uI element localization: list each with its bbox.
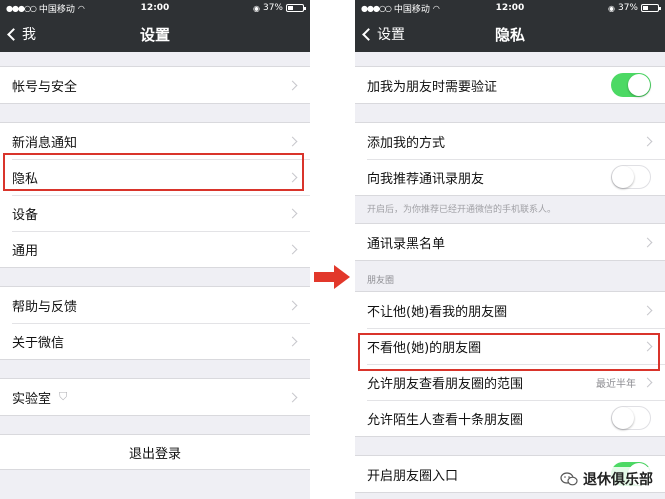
battery-icon	[641, 4, 661, 12]
settings-item-label: 新消息通知	[12, 135, 78, 151]
privacy-item-label: 不让他(她)看我的朋友圈	[367, 304, 508, 320]
carrier-label: 中国移动	[393, 4, 430, 15]
settings-group-general: 新消息通知 隐私 设备 通用	[0, 122, 310, 268]
signal-icon: ●●●○○	[361, 3, 392, 13]
privacy-item-label: 通讯录黑名单	[367, 236, 446, 252]
privacy-list: 加我为朋友时需要验证 添加我的方式 向我推荐通讯录朋友 开启后，为你推荐已经开通…	[355, 52, 665, 493]
settings-item-label: 通用	[12, 243, 39, 259]
privacy-item-stranger-moments: 允许陌生人查看十条朋友圈	[355, 400, 665, 436]
back-button[interactable]: 我	[6, 16, 36, 52]
settings-item-about[interactable]: 关于微信	[0, 323, 310, 359]
chevron-right-icon	[287, 208, 298, 218]
privacy-item-label: 加我为朋友时需要验证	[367, 79, 498, 95]
toggle-knob	[612, 407, 634, 429]
settings-list: 帐号与安全 新消息通知 隐私 设备 通用 帮助与反馈 关于微信 实验室 ⛉ 退出…	[0, 52, 310, 470]
privacy-screen: ●●●○○ 中国移动 ◠ 12:00 ◉ 37% 设置 隐私 加我为朋友时需要验…	[355, 0, 665, 499]
status-bar: ●●●○○ 中国移动 ◠ 12:00 ◉ 37%	[0, 0, 310, 16]
privacy-group-add: 添加我的方式 向我推荐通讯录朋友	[355, 122, 665, 196]
settings-group-lab: 实验室 ⛉	[0, 378, 310, 416]
battery-percent: 37%	[262, 3, 283, 13]
signal-icon: ●●●○○	[6, 3, 37, 13]
settings-item-label: 关于微信	[12, 335, 65, 351]
privacy-item-hide-their-moments[interactable]: 不看他(她)的朋友圈	[355, 328, 665, 364]
privacy-item-label: 允许陌生人查看十条朋友圈	[367, 412, 524, 428]
privacy-item-friend-verification: 加我为朋友时需要验证	[355, 67, 665, 103]
wechat-logo-icon	[560, 472, 578, 486]
recommend-footnote: 开启后，为你推荐已经开通微信的手机联系人。	[367, 205, 557, 215]
back-label: 设置	[377, 27, 405, 43]
nav-bar: 我 设置	[0, 16, 310, 52]
chevron-right-icon	[287, 136, 298, 146]
friend-verification-toggle[interactable]	[611, 73, 651, 97]
back-label: 我	[22, 27, 36, 43]
chevron-right-icon	[287, 336, 298, 346]
nav-bar: 设置 隐私	[355, 16, 665, 52]
settings-item-privacy[interactable]: 隐私	[0, 159, 310, 195]
privacy-group-verify: 加我为朋友时需要验证	[355, 66, 665, 104]
privacy-item-add-methods[interactable]: 添加我的方式	[355, 123, 665, 159]
settings-item-account-security[interactable]: 帐号与安全	[0, 67, 310, 103]
carrier-label: 中国移动	[38, 4, 75, 15]
settings-group-account: 帐号与安全	[0, 66, 310, 104]
privacy-item-moments-range[interactable]: 允许朋友查看朋友圈的范围 最近半年	[355, 364, 665, 400]
privacy-item-blacklist[interactable]: 通讯录黑名单	[355, 224, 665, 260]
settings-item-label: 实验室	[12, 391, 52, 407]
arrow-right-icon	[314, 265, 350, 289]
privacy-item-label: 添加我的方式	[367, 135, 446, 151]
wifi-icon: ◠	[432, 3, 440, 13]
back-button[interactable]: 设置	[361, 16, 405, 52]
shield-icon: ⛉	[59, 390, 68, 403]
settings-item-general[interactable]: 通用	[0, 231, 310, 267]
settings-item-lab[interactable]: 实验室 ⛉	[0, 379, 310, 415]
privacy-group-moments: 不让他(她)看我的朋友圈 不看他(她)的朋友圈 允许朋友查看朋友圈的范围 最近半…	[355, 291, 665, 437]
settings-item-devices[interactable]: 设备	[0, 195, 310, 231]
privacy-item-hide-my-moments[interactable]: 不让他(她)看我的朋友圈	[355, 292, 665, 328]
chevron-right-icon	[642, 237, 653, 247]
settings-group-help: 帮助与反馈 关于微信	[0, 286, 310, 360]
chevron-right-icon	[642, 341, 653, 351]
page-title: 设置	[139, 25, 170, 44]
logout-button[interactable]: 退出登录	[0, 434, 310, 470]
battery-percent: 37%	[617, 3, 638, 13]
settings-item-help-feedback[interactable]: 帮助与反馈	[0, 287, 310, 323]
settings-item-label: 设备	[12, 207, 39, 223]
chevron-right-icon	[642, 136, 653, 146]
chevron-right-icon	[287, 392, 298, 402]
settings-screen: ●●●○○ 中国移动 ◠ 12:00 ◉ 37% 我 设置 帐号与安全 新消息通…	[0, 0, 310, 499]
rotation-lock-icon: ◉	[253, 3, 260, 13]
chevron-right-icon	[642, 305, 653, 315]
recommend-contacts-toggle[interactable]	[611, 165, 651, 189]
status-bar: ●●●○○ 中国移动 ◠ 12:00 ◉ 37%	[355, 0, 665, 16]
wifi-icon: ◠	[77, 3, 85, 13]
chevron-left-icon	[7, 27, 20, 41]
toggle-knob	[612, 166, 634, 188]
battery-icon	[286, 4, 306, 12]
privacy-item-label: 不看他(她)的朋友圈	[367, 340, 482, 356]
moments-section-header: 朋友圈	[367, 276, 395, 286]
moments-range-value: 最近半年	[596, 378, 636, 390]
privacy-group-blacklist: 通讯录黑名单	[355, 223, 665, 261]
privacy-item-label: 允许朋友查看朋友圈的范围	[367, 376, 524, 392]
stranger-moments-toggle[interactable]	[611, 406, 651, 430]
settings-item-label: 帐号与安全	[12, 79, 78, 95]
settings-item-label: 隐私	[12, 171, 39, 187]
privacy-item-label: 向我推荐通讯录朋友	[367, 171, 485, 187]
chevron-right-icon	[287, 244, 298, 254]
chevron-right-icon	[287, 80, 298, 90]
rotation-lock-icon: ◉	[608, 3, 615, 13]
toggle-knob	[628, 74, 650, 96]
privacy-item-recommend-contacts: 向我推荐通讯录朋友	[355, 159, 665, 195]
chevron-right-icon	[287, 172, 298, 182]
settings-item-notifications[interactable]: 新消息通知	[0, 123, 310, 159]
settings-item-label: 帮助与反馈	[12, 299, 78, 315]
screenshot-stage: ●●●○○ 中国移动 ◠ 12:00 ◉ 37% 我 设置 帐号与安全 新消息通…	[0, 0, 665, 499]
chevron-right-icon	[642, 377, 653, 387]
watermark-text: 退休俱乐部	[583, 472, 653, 488]
chevron-right-icon	[287, 300, 298, 310]
chevron-left-icon	[362, 27, 375, 41]
watermark: 退休俱乐部	[556, 467, 657, 491]
